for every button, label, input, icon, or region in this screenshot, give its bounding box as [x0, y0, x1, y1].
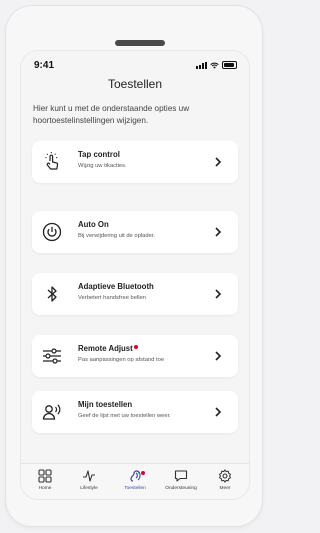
status-time: 9:41: [34, 60, 55, 71]
chat-icon: [174, 470, 188, 482]
gear-icon: [218, 469, 232, 483]
nav-label: Toestellen: [124, 486, 146, 491]
status-bar: 9:41: [21, 51, 249, 71]
card-title: Tap control: [78, 150, 120, 159]
battery-icon: [222, 61, 237, 69]
app-screen: 9:41 Toestellen Hier kunt u met de onder…: [20, 50, 250, 500]
nav-toestellen[interactable]: Toestellen: [113, 469, 157, 491]
chevron-right-icon: [215, 407, 222, 417]
signal-icon: [196, 61, 207, 69]
nav-lifestyle[interactable]: Lifestyle: [67, 469, 111, 491]
card-title: Auto On: [78, 220, 109, 229]
notification-badge: [133, 345, 138, 349]
card-title: Adaptieve Bluetooth: [78, 282, 154, 291]
bottom-nav: Home Lifestyle Toestellen Ondersteuning …: [21, 463, 249, 499]
chevron-right-icon: [215, 351, 222, 361]
phone-frame: 9:41 Toestellen Hier kunt u met de onder…: [6, 6, 262, 526]
grid-icon: [38, 469, 52, 483]
hearing-aid-icon: [130, 470, 141, 482]
nav-label: Ondersteuning: [165, 486, 197, 491]
sliders-icon: [43, 348, 61, 364]
notification-badge: [141, 471, 145, 475]
status-icons: [196, 61, 237, 69]
power-icon: [42, 222, 62, 242]
nav-ondersteuning[interactable]: Ondersteuning: [159, 469, 203, 491]
card-subtitle: Verbetert handsfree bellen: [78, 295, 147, 301]
nav-home[interactable]: Home: [23, 469, 67, 491]
nav-label: Home: [38, 486, 52, 491]
bluetooth-icon: [47, 286, 57, 302]
card-title: Mijn toestellen: [78, 400, 133, 409]
card-subtitle: Bij verwijdering uit de oplader.: [78, 233, 156, 239]
adaptive-bluetooth-card[interactable]: Adaptieve Bluetooth Verbetert handsfree …: [32, 273, 238, 315]
card-subtitle: Geef de lijst met uw toestellen weer.: [78, 413, 171, 419]
chevron-right-icon: [215, 289, 222, 299]
nav-meer[interactable]: Meer: [203, 469, 247, 491]
card-title-text: Remote Adjust: [78, 344, 133, 353]
card-subtitle: Wijzig uw tikacties.: [78, 163, 127, 169]
intro-text: Hier kunt u met de onderstaande opties u…: [33, 104, 190, 125]
auto-on-card[interactable]: Auto On Bij verwijdering uit de oplader.: [32, 211, 238, 253]
my-devices-card[interactable]: Mijn toestellen Geef de lijst met uw toe…: [32, 391, 238, 433]
remote-adjust-card[interactable]: Remote Adjust Pas aanpassingen op afstan…: [32, 335, 238, 377]
tap-control-card[interactable]: Tap control Wijzig uw tikacties.: [32, 141, 238, 183]
page-title: Toestellen: [107, 77, 163, 91]
person-audio-icon: [42, 404, 61, 420]
speaker-notch: [115, 40, 165, 46]
chevron-right-icon: [215, 157, 222, 167]
wifi-icon: [210, 62, 219, 69]
pulse-icon: [83, 470, 95, 482]
nav-label: Lifestyle: [80, 486, 98, 491]
tap-icon: [45, 152, 59, 170]
card-title: Remote Adjust: [78, 344, 138, 353]
card-subtitle: Pas aanpassingen op afstand toe: [78, 357, 165, 363]
nav-label: Meer: [219, 486, 231, 491]
chevron-right-icon: [215, 227, 222, 237]
